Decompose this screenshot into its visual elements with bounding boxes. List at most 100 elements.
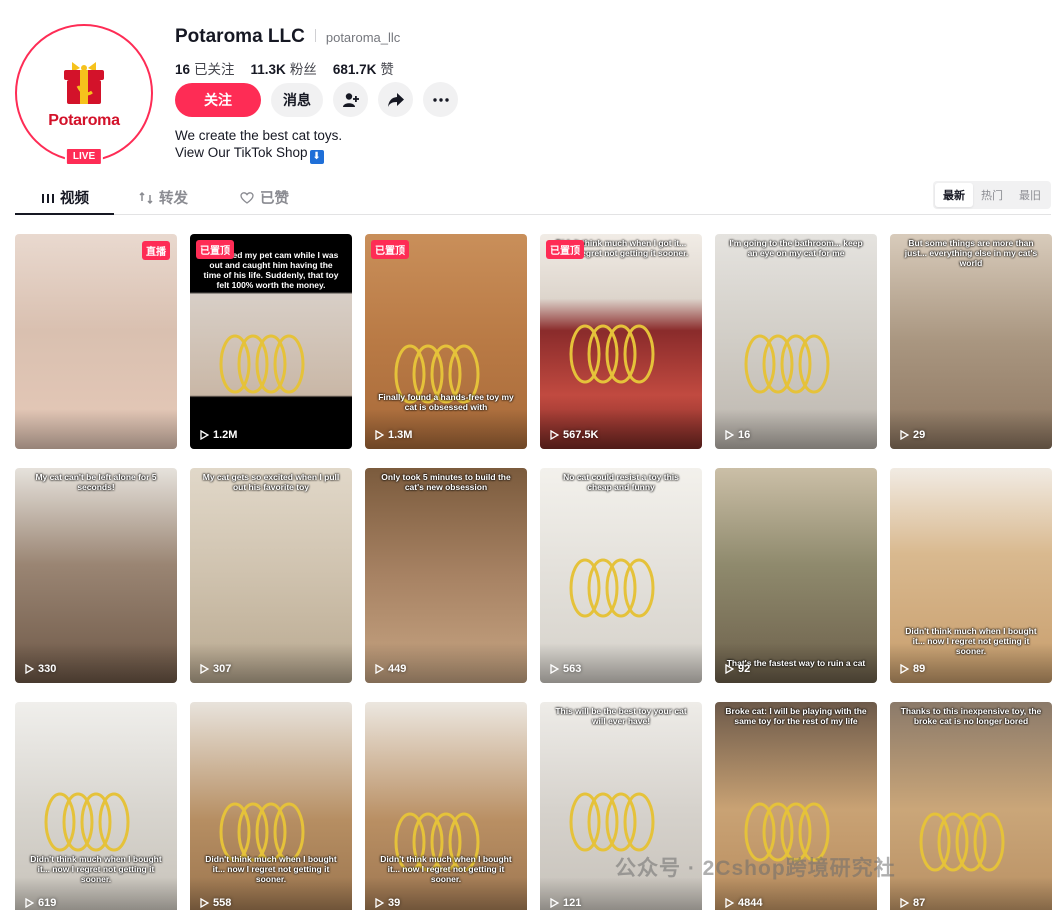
profile-stats: 16 已关注 11.3K 粉丝 681.7K 赞 — [175, 58, 400, 78]
name-divider — [314, 29, 316, 42]
play-icon — [25, 898, 34, 908]
bio-text: We create the best cat toys. — [175, 128, 343, 143]
more-dots-icon — [432, 97, 449, 102]
gift-box-icon — [64, 62, 104, 104]
play-icon — [550, 430, 559, 440]
stat-following[interactable]: 16 已关注 — [175, 58, 235, 78]
video-card[interactable]: That's the fastest way to ruin a cat 92 — [715, 468, 877, 683]
video-card[interactable]: Only took 5 minutes to build the cat's n… — [365, 468, 527, 683]
play-icon — [25, 664, 34, 674]
video-caption: I'm going to the bathroom... keep an eye… — [729, 238, 863, 258]
play-icon — [375, 664, 384, 674]
view-count: 563 — [550, 663, 581, 675]
video-card[interactable]: Didn't think much when I got it... now I… — [540, 234, 702, 449]
tiktok-shop-link[interactable]: View Our TikTok Shop ⬇ — [175, 144, 342, 164]
view-count: 121 — [550, 897, 581, 909]
add-user-icon — [342, 92, 359, 107]
tab-liked-label: 已赞 — [260, 191, 289, 207]
video-caption: This will be the best toy your cat will … — [555, 706, 687, 726]
live-badge[interactable]: LIVE — [64, 147, 104, 166]
share-button[interactable] — [378, 82, 413, 117]
video-caption: My cat gets so excited when I pull out h… — [202, 472, 340, 492]
repost-icon — [139, 191, 153, 204]
stat-likes: 681.7K 赞 — [332, 62, 394, 77]
video-caption: No cat could resist a toy this cheap and… — [563, 472, 679, 492]
view-count: 558 — [200, 897, 231, 909]
view-count: 449 — [375, 663, 406, 675]
video-card[interactable]: Didn't think much when I bought it... no… — [15, 702, 177, 910]
video-card[interactable]: Didn't think much when I bought it... no… — [365, 702, 527, 910]
view-count: 619 — [25, 897, 56, 909]
message-button[interactable]: 消息 — [271, 82, 323, 117]
more-button[interactable] — [423, 82, 458, 117]
play-icon — [900, 898, 909, 908]
add-friend-button[interactable] — [333, 82, 368, 117]
tab-videos-label: 视频 — [60, 191, 89, 207]
tab-reposts-label: 转发 — [159, 191, 188, 207]
view-count: 4844 — [725, 897, 762, 909]
video-card[interactable]: Finally found a hands-free toy my cat is… — [365, 234, 527, 449]
view-count: 39 — [375, 897, 400, 909]
stat-followers[interactable]: 11.3K 粉丝 — [251, 58, 317, 78]
video-card[interactable]: I checked my pet cam while I was out and… — [190, 234, 352, 449]
video-card[interactable]: Didn't think much when I bought it... no… — [190, 702, 352, 910]
tab-videos[interactable]: 视频 — [42, 187, 89, 208]
brand-logo: Potaroma — [21, 30, 147, 156]
view-count: 330 — [25, 663, 56, 675]
video-card[interactable]: No cat could resist a toy this cheap and… — [540, 468, 702, 683]
thumbnail-shade — [15, 409, 177, 449]
play-icon — [900, 430, 909, 440]
play-icon — [725, 664, 734, 674]
video-caption: Didn't think much when I bought it... no… — [905, 626, 1037, 656]
sort-oldest[interactable]: 最旧 — [1011, 183, 1049, 207]
play-icon — [900, 664, 909, 674]
follow-button[interactable]: 关注 — [175, 82, 261, 117]
view-count: 567.5K — [550, 429, 598, 441]
brand-logo-text: Potaroma — [48, 112, 120, 129]
profile-actions: 关注 消息 — [175, 82, 458, 117]
video-caption: But some things are more than just... ev… — [904, 238, 1038, 268]
profile-display-name: Potaroma LLC — [175, 26, 305, 47]
video-card[interactable]: My cat gets so excited when I pull out h… — [190, 468, 352, 683]
pinned-badge: 已置顶 — [371, 240, 409, 259]
video-card[interactable]: I'm going to the bathroom... keep an eye… — [715, 234, 877, 449]
share-arrow-icon — [387, 92, 404, 107]
video-caption: Didn't think much when I bought it... no… — [30, 854, 162, 884]
view-count: 29 — [900, 429, 925, 441]
video-card[interactable]: 直播 — [15, 234, 177, 449]
video-card[interactable]: But some things are more than just... ev… — [890, 234, 1052, 449]
heart-lock-icon — [240, 191, 254, 204]
pinned-badge: 已置顶 — [196, 240, 234, 259]
view-count: 1.2M — [200, 429, 237, 441]
tab-liked[interactable]: 已赞 — [240, 187, 289, 208]
view-count: 1.3M — [375, 429, 412, 441]
video-caption: Only took 5 minutes to build the cat's n… — [381, 472, 511, 492]
video-card[interactable]: Didn't think much when I bought it... no… — [890, 468, 1052, 683]
view-count: 89 — [900, 663, 925, 675]
video-card[interactable]: Thanks to this inexpensive toy, the brok… — [890, 702, 1052, 910]
view-count: 307 — [200, 663, 231, 675]
video-caption: My cat can't be left alone for 5 seconds… — [35, 472, 157, 492]
tab-reposts[interactable]: 转发 — [139, 187, 188, 208]
sort-latest[interactable]: 最新 — [935, 183, 973, 207]
active-tab-indicator — [15, 213, 114, 215]
watermark-text: 公众号 · 2Cshop跨境研究社 — [615, 857, 896, 880]
video-caption: Didn't think much when I bought it... no… — [205, 854, 337, 884]
play-icon — [200, 664, 209, 674]
video-card[interactable]: My cat can't be left alone for 5 seconds… — [15, 468, 177, 683]
view-count: 16 — [725, 429, 750, 441]
shop-arrow-icon: ⬇ — [309, 150, 324, 164]
sort-popular[interactable]: 热门 — [973, 183, 1011, 207]
video-caption: Thanks to this inexpensive toy, the brok… — [900, 706, 1042, 726]
profile-bio: We create the best cat toys. View Our Ti… — [175, 127, 342, 164]
play-icon — [200, 898, 209, 908]
play-icon — [550, 898, 559, 908]
play-icon — [725, 898, 734, 908]
view-count: 92 — [725, 663, 750, 675]
play-icon — [550, 664, 559, 674]
profile-avatar[interactable]: Potaroma LIVE — [15, 24, 153, 166]
live-badge: 直播 — [142, 241, 170, 260]
play-icon — [200, 430, 209, 440]
play-icon — [375, 898, 384, 908]
video-caption: Broke cat: I will be playing with the sa… — [725, 706, 867, 726]
